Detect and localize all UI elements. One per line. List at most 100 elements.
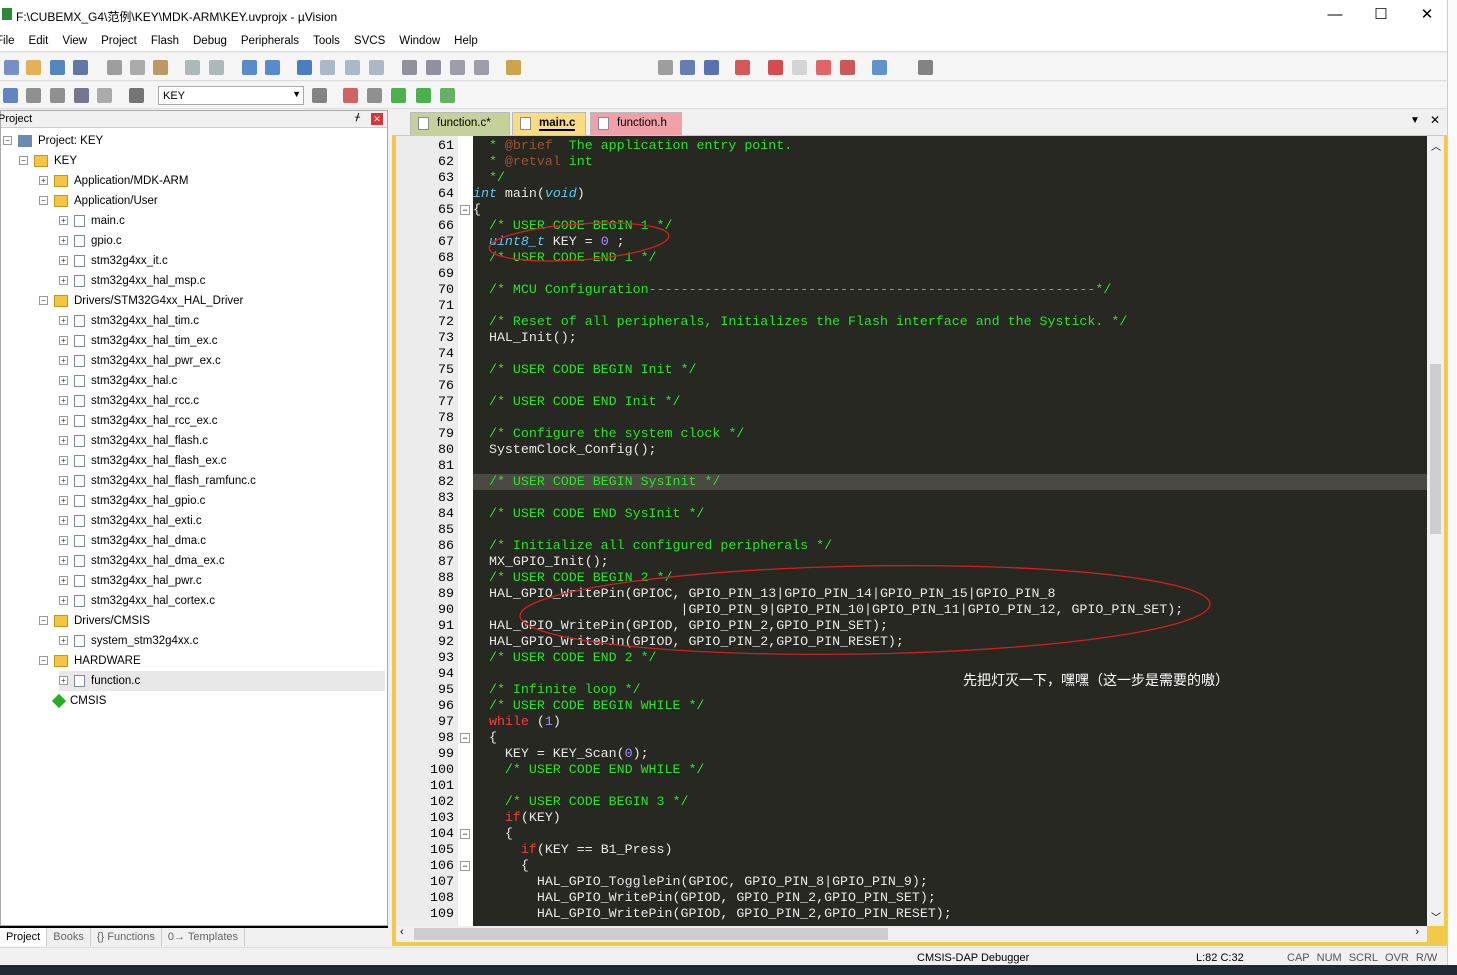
menu-window[interactable]: Window <box>392 30 447 47</box>
toolbar-button-icon[interactable] <box>26 88 41 103</box>
tree-item[interactable]: + stm32g4xx_it.c <box>59 251 168 271</box>
tree-item[interactable]: − HARDWARE <box>39 651 141 671</box>
expand-icon[interactable]: + <box>59 316 68 326</box>
collapse-icon[interactable]: − <box>39 616 48 626</box>
menu-debug[interactable]: Debug <box>186 30 234 47</box>
tree-item[interactable]: + main.c <box>59 211 125 231</box>
menu-project[interactable]: Project <box>94 30 144 47</box>
toolbar-button-icon[interactable] <box>312 88 327 103</box>
expand-icon[interactable]: + <box>59 576 68 586</box>
menu-view[interactable]: View <box>55 30 94 47</box>
close-tab-icon[interactable]: ✕ <box>1430 113 1440 127</box>
panel-tab-functions[interactable]: {} Functions <box>91 928 162 946</box>
menu-flash[interactable]: Flash <box>144 30 186 47</box>
minimize-button[interactable]: — <box>1312 0 1358 30</box>
expand-icon[interactable]: + <box>59 676 68 686</box>
tree-item[interactable]: + gpio.c <box>59 231 122 251</box>
expand-icon[interactable]: + <box>59 496 68 506</box>
expand-icon[interactable]: + <box>59 416 68 426</box>
toolbar-button-icon[interactable] <box>209 60 224 75</box>
toolbar-button-icon[interactable] <box>129 88 144 103</box>
menu-help[interactable]: Help <box>447 30 485 47</box>
tab-list-icon[interactable]: ▼ <box>1410 115 1420 126</box>
tree-item[interactable]: + stm32g4xx_hal_rcc_ex.c <box>59 411 218 431</box>
fold-toggle-icon[interactable]: − <box>460 205 470 215</box>
toolbar-button-icon[interactable] <box>704 60 719 75</box>
toolbar-button-icon[interactable] <box>265 60 280 75</box>
expand-icon[interactable]: + <box>59 336 68 346</box>
toolbar-button-icon[interactable] <box>506 60 521 75</box>
tree-item[interactable]: + stm32g4xx_hal_exti.c <box>59 511 202 531</box>
expand-icon[interactable]: + <box>59 636 68 646</box>
tree-item[interactable]: + Application/MDK-ARM <box>39 171 188 191</box>
tree-item[interactable]: + stm32g4xx_hal_flash_ramfunc.c <box>59 471 256 491</box>
toolbar-button-icon[interactable] <box>107 60 122 75</box>
horizontal-scrollbar[interactable]: ‹ › <box>396 926 1427 942</box>
toolbar-button-icon[interactable] <box>680 60 695 75</box>
tree-item[interactable]: CMSIS <box>39 691 106 711</box>
tree-item[interactable]: − Drivers/CMSIS <box>39 611 150 631</box>
toolbar-button-icon[interactable] <box>440 88 455 103</box>
toolbar-button-icon[interactable] <box>369 60 384 75</box>
editor-tab-function-h[interactable]: function.h <box>590 112 682 135</box>
toolbar-button-icon[interactable] <box>153 60 168 75</box>
toolbar-button-icon[interactable] <box>402 60 417 75</box>
toolbar-button-icon[interactable] <box>735 60 750 75</box>
maximize-button[interactable]: ☐ <box>1358 0 1404 30</box>
tree-item[interactable]: + stm32g4xx_hal_pwr.c <box>59 571 202 591</box>
target-select[interactable]: KEY ▼ <box>158 86 304 105</box>
collapse-icon[interactable]: − <box>39 296 48 306</box>
expand-icon[interactable]: + <box>59 536 68 546</box>
toolbar-button-icon[interactable] <box>26 60 41 75</box>
panel-tab-project[interactable]: Project <box>0 928 48 946</box>
vertical-scroll-thumb[interactable] <box>1430 364 1441 534</box>
collapse-icon[interactable]: − <box>3 136 12 146</box>
toolbar-button-icon[interactable] <box>97 88 112 103</box>
tree-item[interactable]: − Drivers/STM32G4xx_HAL_Driver <box>39 291 243 311</box>
toolbar-button-icon[interactable] <box>768 60 783 75</box>
menu-edit[interactable]: Edit <box>22 30 56 47</box>
expand-icon[interactable]: + <box>59 556 68 566</box>
toolbar-button-icon[interactable] <box>74 88 89 103</box>
tree-item[interactable]: + stm32g4xx_hal_dma_ex.c <box>59 551 225 571</box>
menu-file[interactable]: File <box>0 30 22 47</box>
tree-item[interactable]: + stm32g4xx_hal_gpio.c <box>59 491 205 511</box>
fold-toggle-icon[interactable]: − <box>460 861 470 871</box>
toolbar-button-icon[interactable] <box>343 88 358 103</box>
tree-item[interactable]: + stm32g4xx_hal_msp.c <box>59 271 205 291</box>
editor-tab-function-c-[interactable]: function.c* <box>410 112 510 135</box>
toolbar-button-icon[interactable] <box>130 60 145 75</box>
pin-icon[interactable]: ᚋ <box>355 112 360 123</box>
tree-item[interactable]: + stm32g4xx_hal_tim.c <box>59 311 199 331</box>
toolbar-button-icon[interactable] <box>474 60 489 75</box>
toolbar-button-icon[interactable] <box>792 60 807 75</box>
panel-tab-books[interactable]: Books <box>47 928 91 946</box>
tree-item[interactable]: + stm32g4xx_hal_cortex.c <box>59 591 215 611</box>
expand-icon[interactable]: + <box>59 356 68 366</box>
toolbar-button-icon[interactable] <box>426 60 441 75</box>
toolbar-button-icon[interactable] <box>73 60 88 75</box>
tree-item[interactable]: + stm32g4xx_hal_tim_ex.c <box>59 331 218 351</box>
tree-item[interactable]: + stm32g4xx_hal_flash_ex.c <box>59 451 227 471</box>
expand-icon[interactable]: + <box>59 596 68 606</box>
tree-item[interactable]: − KEY <box>19 151 77 171</box>
toolbar-button-icon[interactable] <box>918 60 933 75</box>
toolbar-button-icon[interactable] <box>320 60 335 75</box>
fold-toggle-icon[interactable]: − <box>460 829 470 839</box>
menu-svcs[interactable]: SVCS <box>347 30 392 47</box>
menu-peripherals[interactable]: Peripherals <box>234 30 306 47</box>
toolbar-button-icon[interactable] <box>345 60 360 75</box>
expand-icon[interactable]: + <box>39 176 48 186</box>
toolbar-button-icon[interactable] <box>450 60 465 75</box>
vertical-scrollbar[interactable]: ︿ ﹀ <box>1427 136 1444 926</box>
expand-icon[interactable]: + <box>59 396 68 406</box>
editor-tab-main-c[interactable]: main.c <box>512 112 586 135</box>
collapse-icon[interactable]: − <box>39 196 48 206</box>
toolbar-button-icon[interactable] <box>367 88 382 103</box>
tree-item[interactable]: − Project: KEY <box>3 131 103 151</box>
toolbar-button-icon[interactable] <box>3 88 18 103</box>
collapse-icon[interactable]: − <box>39 656 48 666</box>
toolbar-button-icon[interactable] <box>297 60 312 75</box>
close-button[interactable]: ✕ <box>1404 0 1450 30</box>
horizontal-scroll-thumb[interactable] <box>414 928 888 940</box>
